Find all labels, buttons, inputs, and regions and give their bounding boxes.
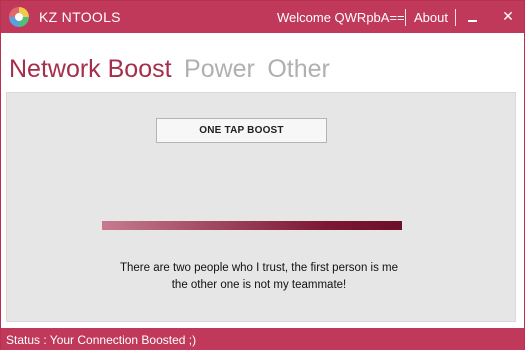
title-separator (405, 9, 406, 26)
message-line-2: the other one is not my teammate! (171, 279, 347, 291)
tab-power[interactable]: Power (184, 55, 255, 84)
minimize-icon[interactable] (463, 7, 483, 27)
welcome-text: Welcome QWRpbA== (277, 10, 405, 25)
message-line-1: There are two people who I trust, the fi… (119, 262, 399, 274)
quote-message: There are two people who I trust, the fi… (61, 260, 457, 294)
about-link[interactable]: About (414, 10, 448, 25)
title-bar[interactable]: KZ NTOOLS Welcome QWRpbA== About ✕ (1, 1, 524, 33)
status-bar: Status : Your Connection Boosted ;) (1, 328, 524, 350)
app-logo-icon (9, 7, 29, 27)
progress-fill (102, 221, 402, 230)
app-window: KZ NTOOLS Welcome QWRpbA== About ✕ Netwo… (0, 0, 525, 350)
one-tap-boost-button[interactable]: ONE TAP BOOST (156, 118, 327, 143)
close-icon[interactable]: ✕ (498, 6, 518, 26)
title-separator (455, 9, 456, 26)
tab-bar: Network Boost Power Other (9, 55, 338, 87)
tab-network-boost[interactable]: Network Boost (9, 55, 172, 84)
boost-progress-bar (102, 221, 402, 230)
tab-other[interactable]: Other (267, 55, 330, 84)
app-title: KZ NTOOLS (39, 9, 121, 25)
status-text: Status : Your Connection Boosted ;) (6, 333, 197, 347)
